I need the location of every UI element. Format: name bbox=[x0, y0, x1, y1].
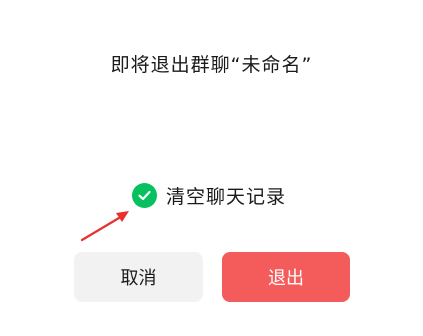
clear-chat-history-option[interactable]: 清空聊天记录 bbox=[132, 180, 286, 210]
exit-group-dialog: 即将退出群聊“未命名” 清空聊天记录 取消 退出 bbox=[0, 0, 423, 336]
clear-chat-history-label: 清空聊天记录 bbox=[166, 185, 287, 208]
exit-button[interactable]: 退出 bbox=[222, 252, 350, 302]
cancel-button[interactable]: 取消 bbox=[74, 252, 203, 302]
dialog-title: 即将退出群聊“未命名” bbox=[110, 54, 313, 76]
checkmark-icon[interactable] bbox=[132, 182, 157, 208]
red-arrow-icon bbox=[80, 211, 129, 242]
